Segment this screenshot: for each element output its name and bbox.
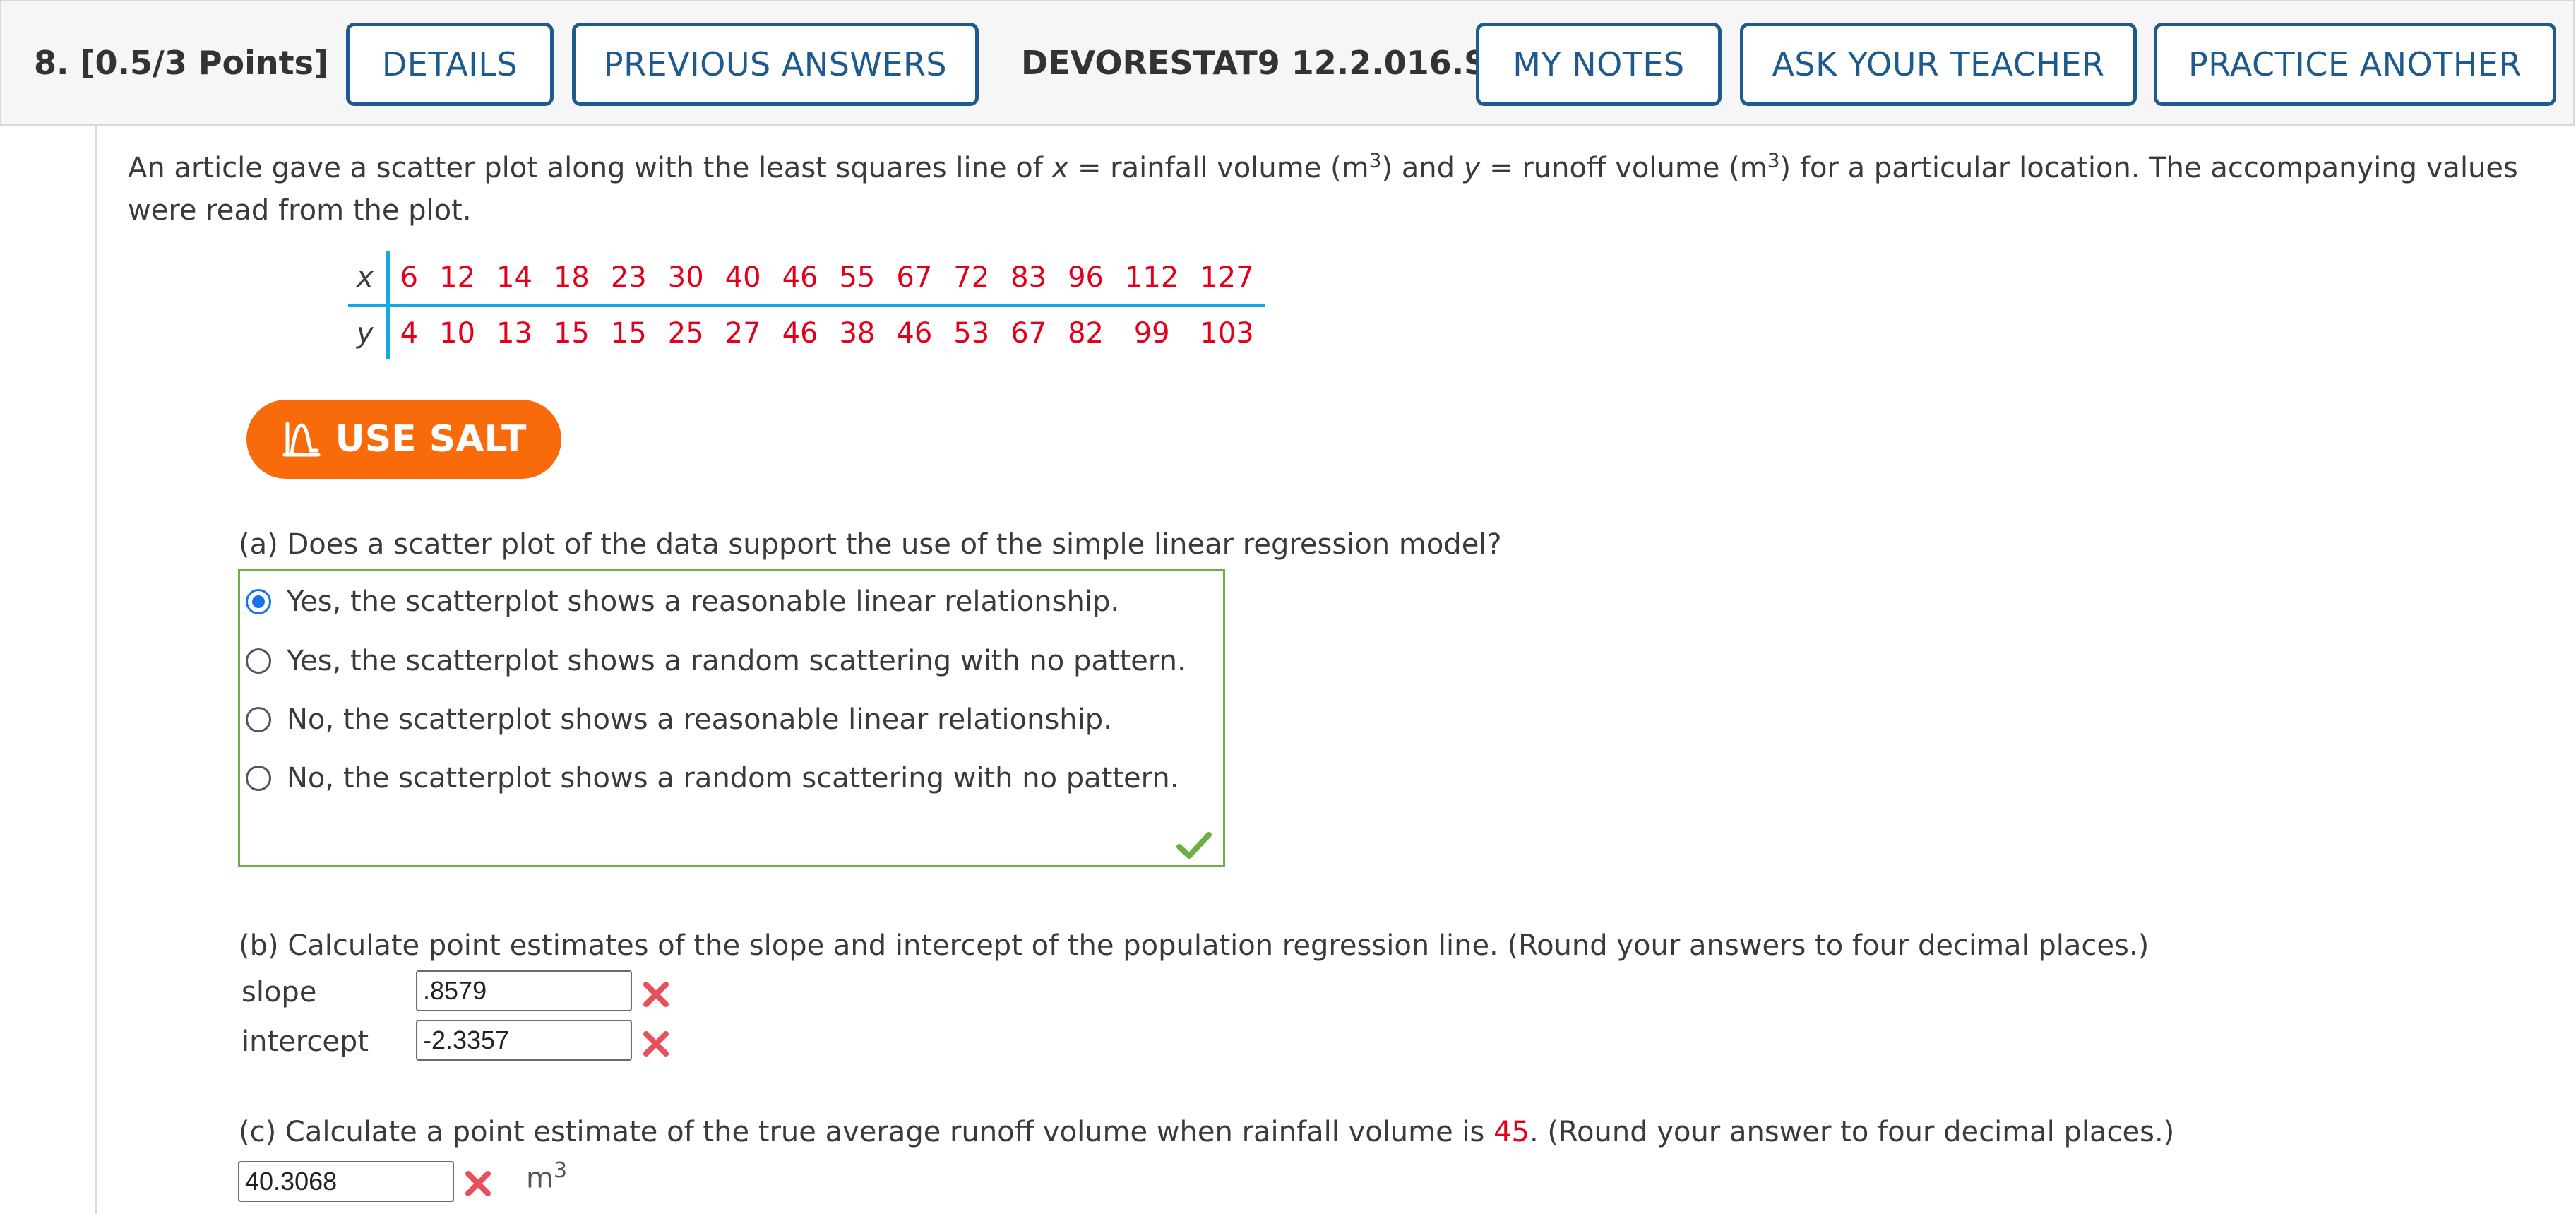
table-cell-x: 127 (1189, 251, 1265, 307)
table-cell-y: 53 (953, 317, 990, 350)
table-cell-y: 15 (610, 317, 647, 350)
table-x-label: x (348, 251, 390, 307)
part-a-question: (a) Does a scatter plot of the data supp… (239, 528, 1502, 561)
problem-code: DEVORESTAT9 12.2.016.S. (1021, 44, 1500, 82)
table-cell-x: 72 (943, 251, 1001, 307)
table-cell-x: 12 (429, 251, 487, 307)
table-cell-y: 82 (1068, 317, 1104, 350)
table-cell-y: 4 (400, 317, 419, 350)
option-yes-random[interactable]: Yes, the scatterplot shows a random scat… (246, 645, 1186, 677)
table-cell-y: 38 (839, 317, 876, 350)
option-no-random[interactable]: No, the scatterplot shows a random scatt… (246, 762, 1179, 795)
option-no-linear[interactable]: No, the scatterplot shows a reasonable l… (246, 703, 1112, 736)
table-cell-x: 83 (1000, 251, 1058, 307)
table-cell-x: 23 (600, 251, 657, 307)
question-header: 8. [0.5/3 Points] DETAILS PREVIOUS ANSWE… (0, 0, 2575, 126)
table-cell-y: 46 (896, 317, 933, 350)
data-table: x 6 12 14 18 23 30 40 46 55 67 72 83 96 112 127 y 4 10 1… (348, 251, 1265, 359)
table-cell-x: 14 (486, 251, 543, 307)
table-cell-y: 10 (439, 317, 476, 350)
table-cell-y: 25 (667, 317, 704, 350)
table-cell-x: 112 (1114, 251, 1190, 307)
table-cell-x: 46 (771, 251, 829, 307)
correct-check-icon (1176, 832, 1212, 859)
question-number: 8. (34, 44, 69, 82)
table-row-x: x 6 12 14 18 23 30 40 46 55 67 72 83 96 112 127 (348, 251, 1265, 307)
option-label: No, the scatterplot shows a random scatt… (287, 762, 1179, 795)
table-cell-y: 99 (1133, 317, 1170, 350)
incorrect-x-icon (465, 1171, 491, 1196)
salt-icon (282, 422, 320, 457)
unit-label: m3 (526, 1158, 568, 1195)
table-cell-x: 40 (714, 251, 772, 307)
problem-statement: An article gave a scatter plot along wit… (128, 148, 2518, 227)
table-cell-y: 46 (782, 317, 818, 350)
incorrect-x-icon (643, 982, 669, 1007)
slope-label: slope (242, 976, 317, 1008)
part-b-question: (b) Calculate point estimates of the slo… (239, 929, 2149, 962)
option-label: No, the scatterplot shows a reasonable l… (287, 703, 1112, 736)
table-cell-y: 13 (496, 317, 532, 350)
question-points: [0.5/3 Points] (80, 44, 329, 82)
option-yes-linear[interactable]: Yes, the scatterplot shows a reasonable … (246, 585, 1119, 618)
practice-another-button[interactable]: PRACTICE ANOTHER (2154, 23, 2556, 106)
radio-button[interactable] (246, 766, 271, 791)
part-a-options: Yes, the scatterplot shows a reasonable … (238, 569, 1225, 867)
ask-your-teacher-button[interactable]: ASK YOUR TEACHER (1740, 23, 2137, 106)
radio-button-selected[interactable] (246, 589, 271, 614)
table-y-label: y (348, 305, 390, 359)
table-cell-y: 15 (553, 317, 590, 350)
question-body: An article gave a scatter plot along wit… (95, 126, 2576, 1214)
incorrect-x-icon (643, 1031, 669, 1057)
table-cell-y: 67 (1010, 317, 1047, 350)
table-cell-x: 55 (828, 251, 886, 307)
table-row-y: y 4 10 13 15 15 25 27 46 38 46 53 67 82 99 103 (348, 305, 1265, 359)
question-title: 8. [0.5/3 Points] (34, 44, 328, 82)
option-label: Yes, the scatterplot shows a random scat… (287, 645, 1186, 677)
intercept-input[interactable] (416, 1020, 632, 1061)
table-cell-x: 18 (542, 251, 600, 307)
details-button[interactable]: DETAILS (346, 23, 554, 106)
table-cell-y: 103 (1200, 317, 1254, 350)
slope-input[interactable] (416, 970, 632, 1011)
table-cell-x: 67 (886, 251, 943, 307)
intercept-label: intercept (242, 1025, 369, 1058)
option-label: Yes, the scatterplot shows a reasonable … (287, 585, 1120, 618)
radio-button[interactable] (246, 707, 271, 732)
runoff-estimate-input[interactable] (238, 1161, 454, 1202)
table-cell-x: 96 (1057, 251, 1114, 307)
table-cell-x: 6 (388, 251, 429, 307)
my-notes-button[interactable]: MY NOTES (1476, 23, 1722, 106)
radio-button[interactable] (246, 648, 271, 674)
previous-answers-button[interactable]: PREVIOUS ANSWERS (572, 23, 979, 106)
use-salt-button[interactable]: USE SALT (246, 400, 561, 479)
table-cell-x: 30 (657, 251, 715, 307)
rainfall-value: 45 (1493, 1116, 1530, 1148)
part-c-question: (c) Calculate a point estimate of the tr… (239, 1116, 2175, 1148)
table-cell-y: 27 (724, 317, 761, 350)
use-salt-label: USE SALT (335, 418, 527, 460)
